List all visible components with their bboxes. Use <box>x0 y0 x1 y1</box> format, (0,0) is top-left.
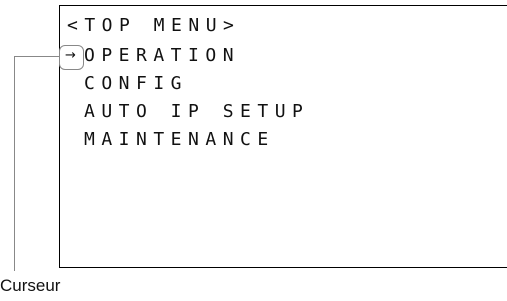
callout-line-vertical <box>14 56 15 271</box>
menu-title: <TOP MENU> <box>67 15 241 36</box>
menu-item-config[interactable]: CONFIG <box>84 73 188 95</box>
menu-item-maintenance[interactable]: MAINTENANCE <box>84 129 275 151</box>
manual-illustration: <TOP MENU> → OPERATION CONFIG AUTO IP SE… <box>0 0 507 301</box>
menu-item-operation[interactable]: OPERATION <box>84 45 240 67</box>
cursor-highlight-box <box>59 45 84 70</box>
cursor-callout-label: Curseur <box>0 276 61 295</box>
callout-line-horizontal <box>14 56 59 57</box>
menu-item-auto-ip-setup[interactable]: AUTO IP SETUP <box>84 101 309 123</box>
